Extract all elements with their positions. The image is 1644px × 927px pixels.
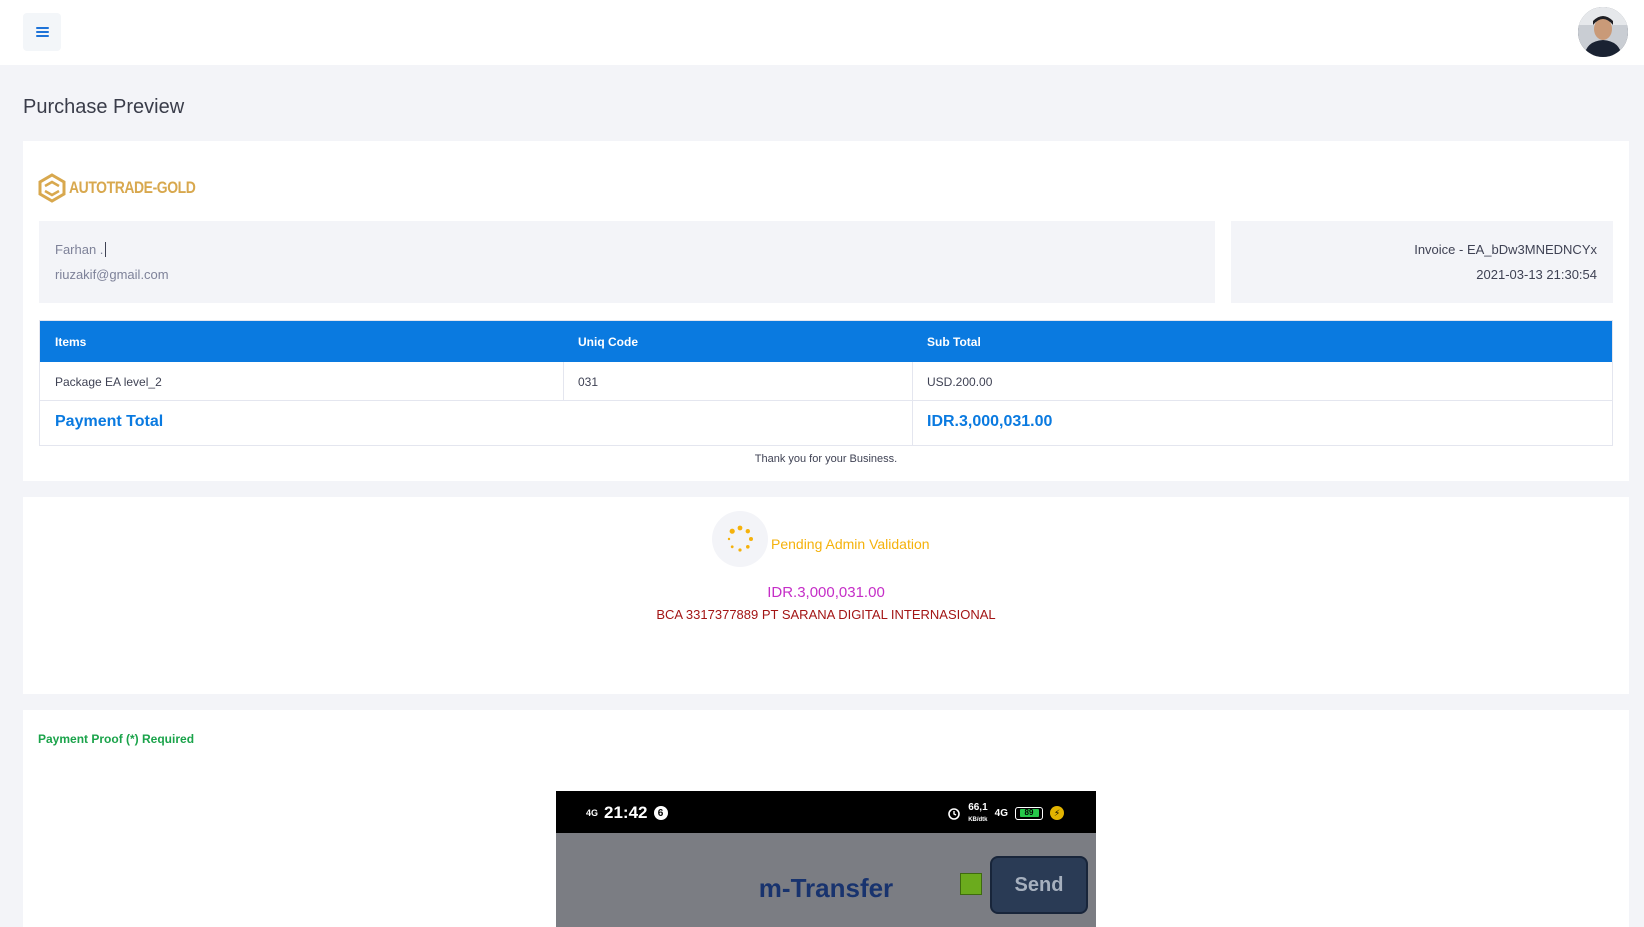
items-table: Items Uniq Code Sub Total Package EA lev… [39,320,1613,446]
payment-total-value: IDR.3,000,031.00 [927,413,1053,430]
top-bar [0,0,1644,65]
brand-name: AUTOTRADE-GOLD [69,178,196,197]
invoice-number: Invoice - EA_bDw3MNEDNCYx [1414,242,1597,257]
column-header-items: Items [55,335,87,349]
cell-divider [563,362,564,401]
user-avatar-photo [1578,7,1628,57]
hamburger-menu-icon [35,27,49,37]
total-row: Payment Total IDR.3,000,031.00 [40,401,1612,445]
payment-proof-image[interactable]: 4G 21:42 6 66,1 KB/dtk 4G 89 ⚡ m-Transfer… [556,791,1096,927]
network-type: 4G [994,807,1008,819]
client-info: Farhan . riuzakif@gmail.com [39,221,1215,303]
brand-logo: AUTOTRADE-GOLD [38,173,223,203]
cell-divider [912,401,913,445]
data-speed: 66,1 KB/dtk [968,802,988,823]
column-header-sub-total: Sub Total [927,335,981,349]
status-square [960,873,982,895]
phone-status-bar: 4G 21:42 6 66,1 KB/dtk 4G 89 ⚡ [556,791,1096,833]
loading-spinner-icon [727,525,753,552]
page-title: Purchase Preview [23,96,185,118]
payment-total-label: Payment Total [55,413,164,430]
payment-proof-label: Payment Proof (*) Required [38,732,195,746]
payment-proof-card: Payment Proof (*) Required 4G 21:42 6 66… [23,710,1629,927]
alarm-clock-icon [948,808,960,820]
payment-status-card: Pending Admin Validation IDR.3,000,031.0… [23,497,1629,694]
notification-badge: 6 [653,806,668,820]
invoice-meta: Invoice - EA_bDw3MNEDNCYx 2021-03-13 21:… [1231,221,1613,303]
item-name: Package EA level_2 [55,375,162,389]
signal-indicator: 4G [586,808,599,818]
user-avatar[interactable] [1578,7,1628,57]
phone-time: 21:42 [604,803,648,822]
send-button: Send [990,856,1088,914]
menu-toggle-button[interactable] [23,13,61,51]
client-name: Farhan . [55,242,107,257]
thank-you-note: Thank you for your Business. [754,453,898,465]
status-label: Pending Admin Validation [771,536,930,552]
cell-divider [912,362,913,401]
lightning-bolt-icon: ⚡ [1050,806,1064,820]
transfer-amount: IDR.3,000,031.00 [767,584,885,601]
text-cursor [105,242,107,257]
item-sub-total: USD.200.00 [927,375,993,389]
invoice-date: 2021-03-13 21:30:54 [1476,267,1597,282]
invoice-card: AUTOTRADE-GOLD Farhan . riuzakif@gmail.c… [23,141,1629,481]
client-email: riuzakif@gmail.com [55,267,169,282]
table-header: Items Uniq Code Sub Total [40,321,1612,362]
table-row: Package EA level_2 031 USD.200.00 [40,362,1612,401]
column-header-uniq-code: Uniq Code [578,335,638,349]
hexagon-logo-icon [38,173,66,203]
item-uniq-code: 031 [578,375,599,389]
bank-account-info: BCA 3317377889 PT SARANA DIGITAL INTERNA… [656,607,996,622]
battery-indicator: 89 [1015,806,1043,820]
status-indicator [712,511,768,567]
